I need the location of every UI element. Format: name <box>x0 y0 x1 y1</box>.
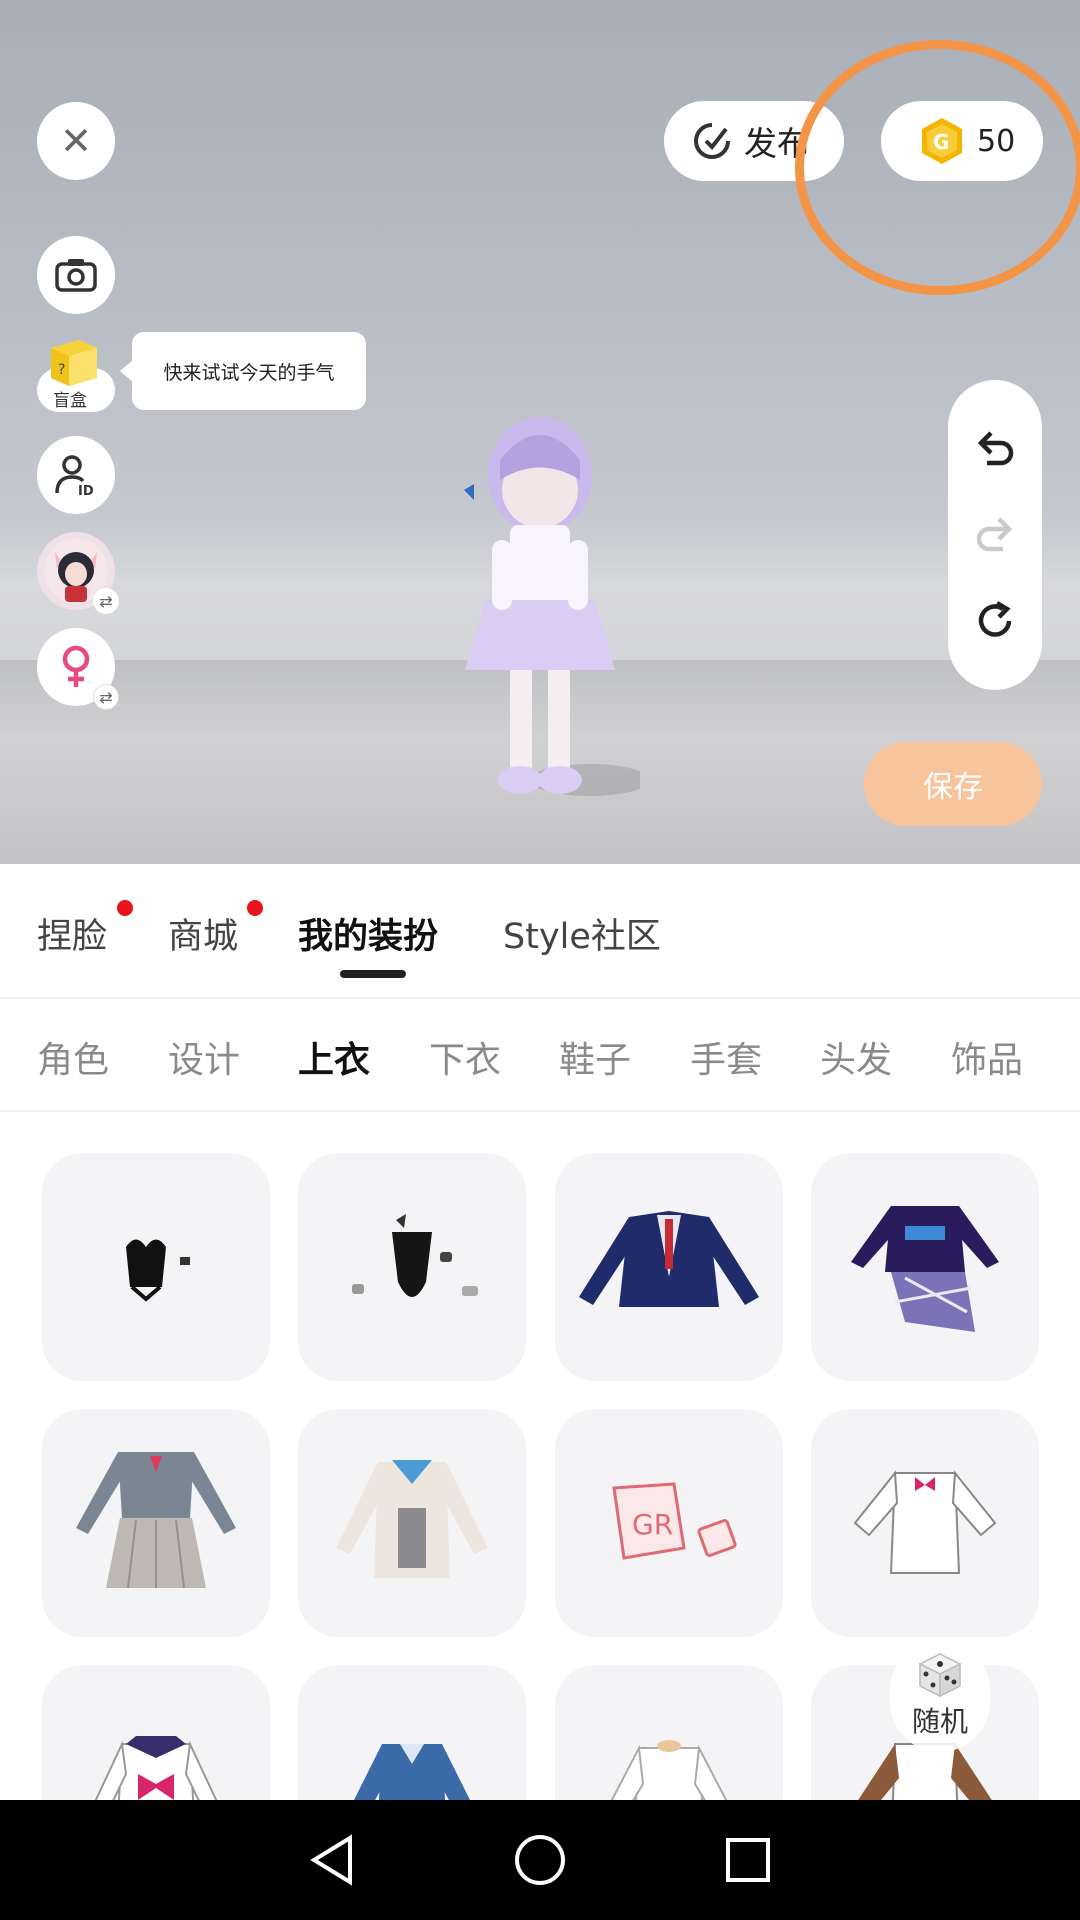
outfit-item[interactable] <box>811 1409 1039 1637</box>
switch-character-button[interactable]: ⇄ <box>37 532 119 614</box>
tab-my-outfits[interactable]: 我的装扮 <box>298 908 438 959</box>
svg-text:GR: GR <box>632 1508 673 1541</box>
redo-icon[interactable] <box>973 513 1017 553</box>
svg-text:?: ? <box>58 362 65 378</box>
white-shirt-pink-bow-icon <box>853 1470 997 1574</box>
category-gloves[interactable]: 手套 <box>690 1031 762 1083</box>
active-tab-indicator <box>340 970 406 978</box>
navy-school-blazer-icon <box>579 1211 759 1307</box>
tab-shop-badge <box>247 900 263 916</box>
tab-face[interactable]: 捏脸 <box>37 908 107 959</box>
category-hair[interactable]: 头发 <box>820 1031 892 1083</box>
female-gender-icon <box>62 645 90 687</box>
avatar-preview-stage: ✕ ? 盲盒 快来试试今天的手气 ID ⇄ ⇄ 发布 G 50 保存 <box>0 0 1080 864</box>
category-character[interactable]: 角色 <box>37 1031 109 1083</box>
category-tabs: 角色 设计 上衣 下衣 鞋子 手套 头发 饰品 <box>0 999 1080 1112</box>
blue-shirt-icon <box>354 1744 470 1800</box>
tab-face-badge <box>117 900 133 916</box>
outfit-item[interactable] <box>42 1665 270 1800</box>
user-id-icon: ID <box>55 455 94 497</box>
outfit-item[interactable] <box>555 1153 783 1381</box>
close-button[interactable]: ✕ <box>37 102 115 180</box>
svg-text:ID: ID <box>78 484 94 497</box>
tab-shop[interactable]: 商城 <box>168 908 238 959</box>
switch-gender-button[interactable]: ⇄ <box>37 628 119 710</box>
outfit-item[interactable] <box>42 1409 270 1637</box>
outfit-item[interactable] <box>298 1665 526 1800</box>
category-design[interactable]: 设计 <box>168 1031 240 1083</box>
reset-icon[interactable] <box>973 599 1017 643</box>
swap-icon: ⇄ <box>93 684 119 710</box>
highlight-annotation <box>795 40 1080 295</box>
recents-icon[interactable] <box>724 1836 772 1884</box>
blindbox-icon: ? <box>51 340 97 386</box>
tab-style-community[interactable]: Style社区 <box>503 908 661 959</box>
main-tabs: 捏脸 商城 我的装扮 Style社区 <box>0 864 1080 999</box>
outfit-item[interactable] <box>811 1153 1039 1381</box>
white-dress-shirt-icon <box>610 1740 728 1800</box>
undo-icon[interactable] <box>973 427 1017 467</box>
category-shoes[interactable]: 鞋子 <box>559 1031 631 1083</box>
outfit-item[interactable] <box>42 1153 270 1381</box>
outfit-item[interactable] <box>298 1409 526 1637</box>
pink-print-tshirt-icon: GR <box>612 1482 737 1560</box>
category-tops[interactable]: 上衣 <box>298 1031 370 1083</box>
category-bottoms[interactable]: 下衣 <box>429 1031 501 1083</box>
avatar-character[interactable] <box>440 410 640 830</box>
dice-icon <box>918 1653 962 1698</box>
history-controls <box>948 380 1042 690</box>
back-icon[interactable] <box>308 1834 356 1886</box>
random-button[interactable]: 随机 <box>890 1640 990 1752</box>
category-accessories[interactable]: 饰品 <box>951 1031 1023 1083</box>
purple-sweater-plaid-skirt-icon <box>851 1206 999 1332</box>
random-label: 随机 <box>911 1705 968 1738</box>
save-button[interactable]: 保存 <box>864 742 1042 826</box>
black-bow-top-icon <box>126 1239 190 1302</box>
swap-icon: ⇄ <box>93 588 119 614</box>
outfit-item[interactable] <box>555 1665 783 1800</box>
avatar-id-button[interactable]: ID <box>37 436 115 514</box>
camera-icon <box>55 259 97 292</box>
camera-button[interactable] <box>37 236 115 314</box>
system-navigation-bar <box>0 1800 1080 1920</box>
outfit-item[interactable]: GR <box>555 1409 783 1637</box>
close-icon: ✕ <box>60 119 92 163</box>
publish-icon <box>694 123 730 159</box>
outfit-item[interactable] <box>298 1153 526 1381</box>
blindbox-button[interactable]: ? 盲盒 <box>37 334 115 414</box>
home-icon[interactable] <box>513 1833 567 1887</box>
blindbox-tooltip: 快来试试今天的手气 <box>120 332 366 410</box>
grey-uniform-pleated-skirt-icon <box>76 1452 236 1589</box>
blindbox-label: 盲盒 <box>53 391 87 411</box>
black-bodysuit-icon <box>352 1214 478 1297</box>
white-cardigan-sailor-icon <box>336 1460 488 1578</box>
white-sailor-pink-bow-icon <box>94 1736 218 1800</box>
